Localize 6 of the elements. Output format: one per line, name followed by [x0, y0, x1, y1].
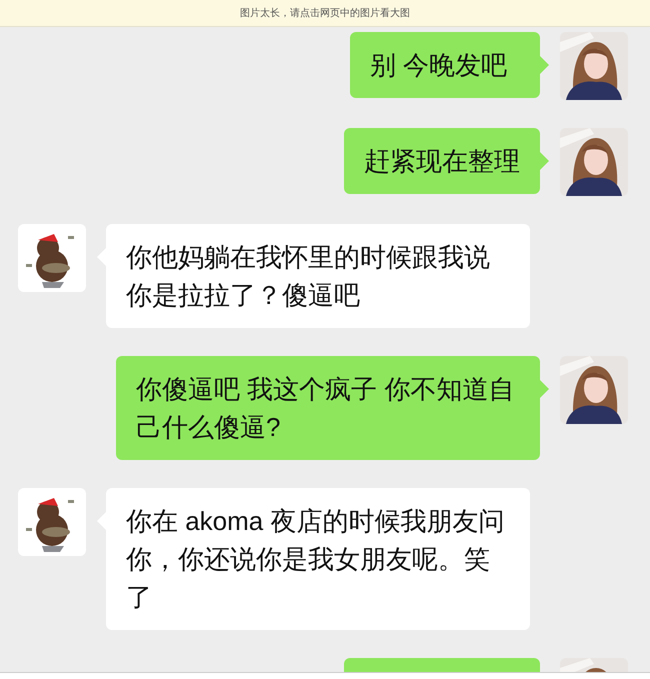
message-bubble: 你他妈躺在我怀里的时候跟我说你是拉拉了？傻逼吧 [106, 224, 530, 328]
message-bubble: 你在 akoma 夜店的时候我朋友问你，你还说你是我女朋友呢。笑了 [106, 488, 530, 630]
message-bubble: 你傻逼吧 我这个疯子 你不知道自己什么傻逼? [116, 356, 540, 460]
message-bubble: 赶紧现在整理 [344, 128, 540, 194]
message-bubble: 别 今晚发吧 [350, 32, 540, 98]
notice-text: 图片太长，请点击网页中的图片看大图 [240, 6, 410, 20]
